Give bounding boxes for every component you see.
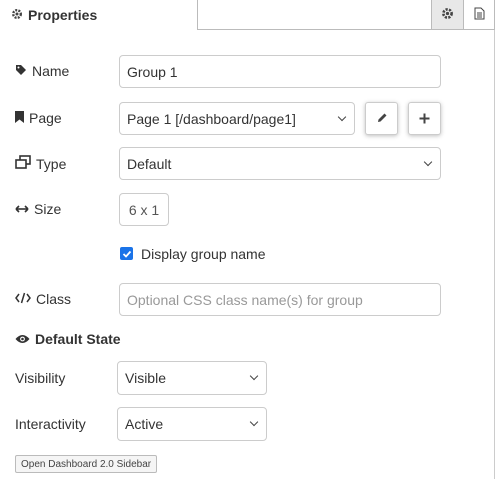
- default-state-heading: Default State: [15, 331, 121, 347]
- size-label: Size: [15, 201, 61, 217]
- properties-title-text: Properties: [28, 7, 98, 23]
- properties-title: Properties: [11, 7, 97, 23]
- page-select[interactable]: Page 1 [/dashboard/page1]: [119, 102, 355, 135]
- type-label: Type: [15, 155, 66, 172]
- page-label: Page: [15, 110, 62, 126]
- tag-icon: [15, 63, 27, 79]
- panel-right-border: [494, 30, 495, 479]
- pencil-icon: [376, 111, 388, 127]
- type-select[interactable]: Default: [119, 147, 441, 180]
- description-tab-button[interactable]: [463, 0, 495, 29]
- visibility-label: Visibility: [15, 370, 66, 386]
- name-input[interactable]: Group 1: [119, 55, 441, 88]
- document-icon: [474, 7, 485, 23]
- interactivity-select[interactable]: Active: [117, 407, 267, 441]
- gear-icon: [11, 7, 23, 23]
- eye-icon: [15, 331, 30, 347]
- check-icon: [122, 250, 131, 258]
- name-label: Name: [15, 63, 69, 79]
- settings-tab-button[interactable]: [431, 0, 463, 29]
- edit-page-button[interactable]: [365, 102, 398, 135]
- plus-icon: [419, 111, 430, 127]
- interactivity-label: Interactivity: [15, 416, 86, 432]
- visibility-select[interactable]: Visible: [117, 361, 267, 395]
- class-label: Class: [15, 291, 71, 307]
- display-group-name-checkbox[interactable]: [120, 247, 133, 260]
- open-dashboard-sidebar-button[interactable]: Open Dashboard 2.0 Sidebar: [15, 455, 158, 473]
- class-input[interactable]: Optional CSS class name(s) for group: [119, 283, 441, 316]
- bookmark-icon: [15, 110, 24, 126]
- code-icon: [15, 291, 31, 307]
- properties-header: Properties: [0, 0, 496, 30]
- size-button[interactable]: 6 x 1: [119, 193, 169, 226]
- arrows-horizontal-icon: [15, 201, 29, 217]
- gear-icon: [441, 7, 454, 23]
- window-restore-icon: [15, 155, 31, 172]
- display-group-name-label[interactable]: Display group name: [141, 246, 266, 262]
- add-page-button[interactable]: [408, 102, 441, 135]
